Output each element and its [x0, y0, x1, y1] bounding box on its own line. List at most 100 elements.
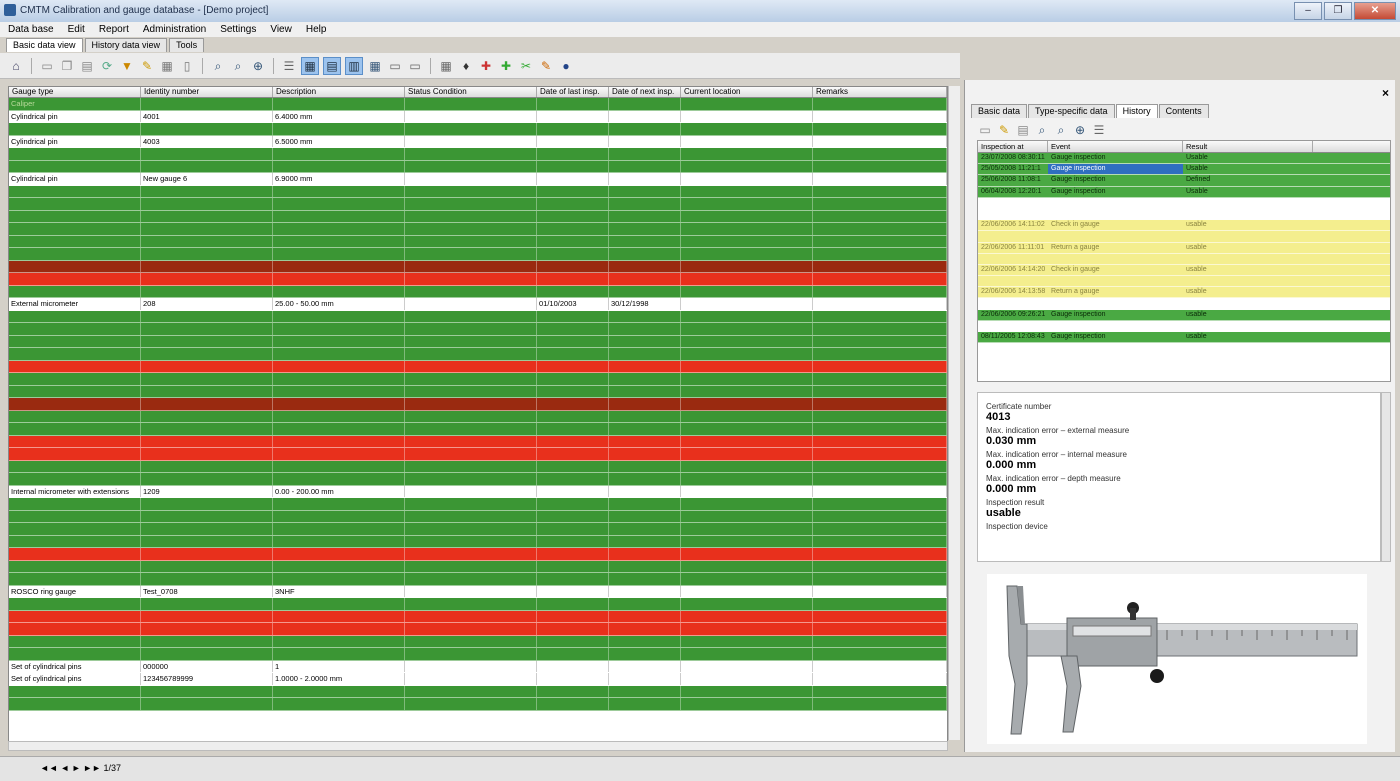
cell-description[interactable]	[273, 360, 405, 372]
cell-gauge-type[interactable]	[9, 160, 141, 172]
cell-date-of-last-inspection[interactable]	[537, 573, 609, 585]
cell-current-location[interactable]	[681, 98, 813, 110]
cell-date-of-next-inspection[interactable]	[609, 648, 681, 660]
cell-date-of-last-inspection[interactable]	[537, 510, 609, 522]
cell-remarks[interactable]	[813, 248, 947, 260]
cell-current-location[interactable]	[681, 573, 813, 585]
delete-icon[interactable]: ▤	[1015, 122, 1031, 138]
cell-description[interactable]	[273, 548, 405, 560]
cell-date-of-last-inspection[interactable]	[537, 273, 609, 285]
cell-identity-number[interactable]: New gauge 6	[141, 173, 273, 185]
cell-description[interactable]	[273, 373, 405, 385]
cell-date-of-last-inspection[interactable]	[537, 335, 609, 347]
history-cell-result[interactable]: usable	[1183, 243, 1313, 253]
history-cell-result[interactable]	[1183, 231, 1313, 241]
calendar-icon[interactable]: ▦	[438, 58, 454, 74]
refresh-icon[interactable]: ⟳	[99, 58, 115, 74]
cell-gauge-type[interactable]	[9, 398, 141, 410]
cell-remarks[interactable]	[813, 260, 947, 272]
cell-date-of-last-inspection[interactable]	[537, 448, 609, 460]
history-cell-inspection-at[interactable]: 22/06/2006 14:11:02	[978, 220, 1048, 230]
cell-date-of-next-inspection[interactable]	[609, 173, 681, 185]
cell-date-of-next-inspection[interactable]	[609, 285, 681, 297]
cell-gauge-type[interactable]	[9, 573, 141, 585]
cell-current-location[interactable]	[681, 673, 813, 685]
table-row[interactable]	[9, 548, 947, 561]
cell-identity-number[interactable]	[141, 260, 273, 272]
cell-current-location[interactable]	[681, 148, 813, 160]
table-row[interactable]	[9, 523, 947, 536]
cell-remarks[interactable]	[813, 385, 947, 397]
zoom-icon[interactable]: ⊕	[250, 58, 266, 74]
pencil-icon[interactable]: ✎	[538, 58, 554, 74]
zoom-icon[interactable]: ⊕	[1072, 122, 1088, 138]
cell-current-location[interactable]	[681, 435, 813, 447]
cell-status-condition[interactable]	[405, 223, 537, 235]
cell-current-location[interactable]	[681, 298, 813, 310]
cell-status-condition[interactable]	[405, 198, 537, 210]
cell-status-condition[interactable]	[405, 323, 537, 335]
cell-current-location[interactable]	[681, 660, 813, 672]
details-scrollbar[interactable]	[1381, 392, 1391, 562]
cell-description[interactable]	[273, 523, 405, 535]
menu-edit[interactable]: Edit	[68, 22, 85, 37]
cell-status-condition[interactable]	[405, 135, 537, 147]
cell-current-location[interactable]	[681, 198, 813, 210]
history-row[interactable]: 22/06/2006 14:14:20 Check in gauge usable	[978, 264, 1390, 277]
cell-identity-number[interactable]	[141, 648, 273, 660]
table-row[interactable]	[9, 598, 947, 611]
cell-gauge-type[interactable]	[9, 373, 141, 385]
cell-remarks[interactable]	[813, 198, 947, 210]
cell-gauge-type[interactable]	[9, 360, 141, 372]
cell-description[interactable]: 3NHF	[273, 585, 405, 597]
new-icon[interactable]: ▭	[977, 122, 993, 138]
cell-date-of-next-inspection[interactable]	[609, 635, 681, 647]
cell-date-of-last-inspection[interactable]	[537, 698, 609, 710]
column-header-result[interactable]: Result	[1183, 141, 1313, 152]
cell-date-of-next-inspection[interactable]	[609, 548, 681, 560]
cell-date-of-next-inspection[interactable]	[609, 523, 681, 535]
cell-description[interactable]	[273, 385, 405, 397]
cell-current-location[interactable]	[681, 323, 813, 335]
cell-date-of-next-inspection[interactable]	[609, 123, 681, 135]
history-cell-result[interactable]: usable	[1183, 332, 1313, 342]
cell-identity-number[interactable]	[141, 698, 273, 710]
cell-date-of-next-inspection[interactable]	[609, 323, 681, 335]
cell-current-location[interactable]	[681, 235, 813, 247]
cell-status-condition[interactable]	[405, 473, 537, 485]
cell-identity-number[interactable]: 208	[141, 298, 273, 310]
cell-remarks[interactable]	[813, 410, 947, 422]
tools-icon[interactable]: ✚	[498, 58, 514, 74]
tab-basic-data-view[interactable]: Basic data view	[6, 38, 83, 52]
table-row[interactable]	[9, 148, 947, 161]
table-row[interactable]: Caliper	[9, 98, 947, 111]
cell-date-of-last-inspection[interactable]	[537, 323, 609, 335]
cell-status-condition[interactable]	[405, 235, 537, 247]
history-cell-event[interactable]	[1048, 198, 1183, 208]
table-row[interactable]	[9, 123, 947, 136]
cell-current-location[interactable]	[681, 260, 813, 272]
cell-status-condition[interactable]	[405, 173, 537, 185]
table-row[interactable]: Internal micrometer with extensions 1209 0…	[9, 485, 947, 498]
cell-date-of-last-inspection[interactable]	[537, 623, 609, 635]
cell-remarks[interactable]	[813, 498, 947, 510]
cell-description[interactable]	[273, 210, 405, 222]
cell-date-of-last-inspection[interactable]	[537, 98, 609, 110]
table-row[interactable]	[9, 185, 947, 198]
cell-gauge-type[interactable]	[9, 648, 141, 660]
cell-remarks[interactable]	[813, 298, 947, 310]
table-row[interactable]	[9, 248, 947, 261]
cell-description[interactable]	[273, 248, 405, 260]
cell-description[interactable]: 1	[273, 660, 405, 672]
history-cell-result[interactable]	[1183, 209, 1313, 219]
cell-description[interactable]	[273, 160, 405, 172]
edit-icon[interactable]: ✎	[139, 58, 155, 74]
lock-icon[interactable]: ▯	[179, 58, 195, 74]
cell-date-of-next-inspection[interactable]	[609, 485, 681, 497]
history-cell-event[interactable]	[1048, 231, 1183, 241]
cell-remarks[interactable]	[813, 285, 947, 297]
cell-status-condition[interactable]	[405, 510, 537, 522]
cell-status-condition[interactable]	[405, 485, 537, 497]
cell-identity-number[interactable]	[141, 598, 273, 610]
cell-gauge-type[interactable]	[9, 498, 141, 510]
